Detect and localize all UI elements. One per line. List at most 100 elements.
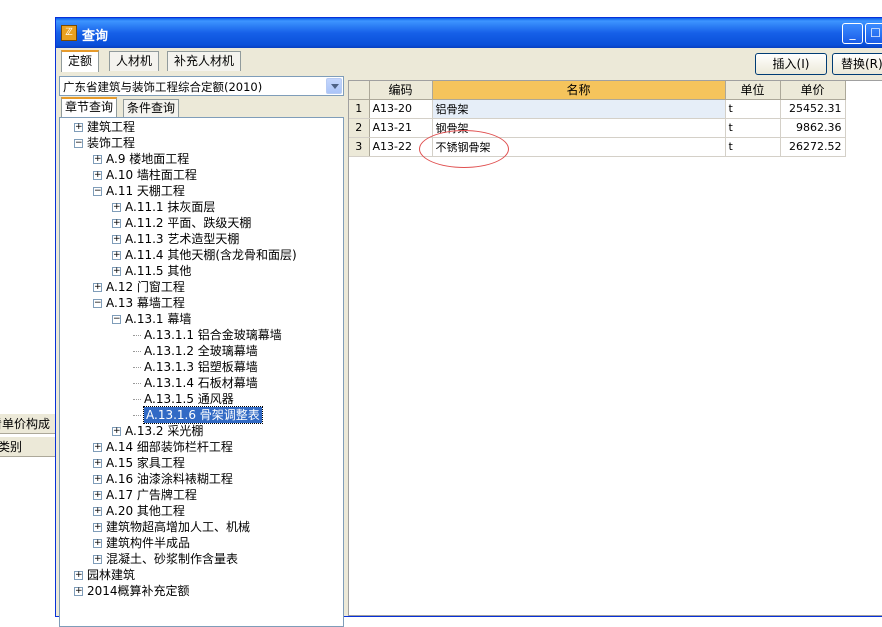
- tree-node[interactable]: + A.10 墙柱面工程: [60, 167, 343, 183]
- expand-icon[interactable]: +: [112, 251, 121, 260]
- expand-icon[interactable]: +: [93, 491, 102, 500]
- tree-node[interactable]: + A.20 其他工程: [60, 503, 343, 519]
- tree-connector: [133, 351, 141, 352]
- tree-node-label: A.13.1 幕墙: [125, 312, 192, 326]
- expand-icon[interactable]: +: [112, 219, 121, 228]
- tree-node[interactable]: + A.9 楼地面工程: [60, 151, 343, 167]
- collapse-icon[interactable]: −: [93, 187, 102, 196]
- chapter-tree[interactable]: + 建筑工程 − 装饰工程 + A.9 楼地面工程 + A.10 墙柱面工程 − A.11 天棚工…: [59, 117, 344, 627]
- tab-labor-material-machine[interactable]: 人材机: [109, 51, 160, 71]
- tree-node[interactable]: A.13.1.2 全玻璃幕墙: [60, 343, 343, 359]
- expand-icon[interactable]: +: [112, 267, 121, 276]
- expand-icon[interactable]: +: [93, 283, 102, 292]
- tree-node[interactable]: + A.13.2 采光棚: [60, 423, 343, 439]
- tree-node[interactable]: A.13.1.5 通风器: [60, 391, 343, 407]
- expand-icon[interactable]: +: [93, 507, 102, 516]
- tree-node[interactable]: + A.17 广告牌工程: [60, 487, 343, 503]
- quota-library-select[interactable]: 广东省建筑与装饰工程综合定额(2010): [59, 76, 344, 96]
- tree-node[interactable]: + A.11.5 其他: [60, 263, 343, 279]
- collapse-icon[interactable]: −: [93, 299, 102, 308]
- expand-icon[interactable]: +: [112, 427, 121, 436]
- red-highlight-circle: [419, 130, 509, 168]
- tree-node-label: A.13.1.2 全玻璃幕墙: [144, 344, 258, 358]
- expand-icon[interactable]: +: [93, 523, 102, 532]
- tree-node[interactable]: A.13.1.3 铝塑板幕墙: [60, 359, 343, 375]
- tab-condition-query[interactable]: 条件查询: [123, 99, 180, 117]
- row-number: 3: [349, 137, 370, 157]
- tree-node[interactable]: A.13.1.4 石板材幕墙: [60, 375, 343, 391]
- tree-node[interactable]: + A.14 细部装饰栏杆工程: [60, 439, 343, 455]
- tab-label: 人材机: [116, 54, 153, 68]
- table-row[interactable]: 1 A13-20 铝骨架 t 25452.31: [349, 99, 846, 119]
- tree-node-label: A.17 广告牌工程: [106, 488, 197, 502]
- tab-chapter-query[interactable]: 章节查询: [61, 97, 118, 117]
- cell-price[interactable]: 25452.31: [780, 99, 846, 119]
- column-header-name[interactable]: 名称: [432, 81, 726, 100]
- insert-button[interactable]: 插入(I): [755, 53, 827, 75]
- tree-node-label: 混凝土、砂浆制作含量表: [106, 552, 239, 566]
- cell-price[interactable]: 9862.36: [780, 118, 846, 138]
- expand-icon[interactable]: +: [93, 443, 102, 452]
- tree-node[interactable]: + A.11.3 艺术造型天棚: [60, 231, 343, 247]
- collapse-icon[interactable]: −: [112, 315, 121, 324]
- tree-node[interactable]: − A.11 天棚工程: [60, 183, 343, 199]
- expand-icon[interactable]: +: [93, 171, 102, 180]
- tree-node[interactable]: + A.11.2 平面、跌级天棚: [60, 215, 343, 231]
- expand-icon[interactable]: +: [74, 123, 83, 132]
- column-header-price[interactable]: 单价: [780, 81, 846, 100]
- tree-node[interactable]: + 建筑工程: [60, 119, 343, 135]
- tree-node-label: A.12 门窗工程: [106, 280, 185, 294]
- collapse-icon[interactable]: −: [74, 139, 83, 148]
- tree-node[interactable]: + A.11.4 其他天棚(含龙骨和面层): [60, 247, 343, 263]
- table-row[interactable]: 2 A13-21 钢骨架 t 9862.36: [349, 118, 846, 138]
- expand-icon[interactable]: +: [93, 459, 102, 468]
- tree-node[interactable]: + 建筑构件半成品: [60, 535, 343, 551]
- chevron-down-icon[interactable]: [326, 78, 342, 94]
- window-title: 查询: [82, 29, 109, 44]
- cell-code[interactable]: A13-20: [369, 99, 433, 119]
- cell-unit[interactable]: t: [725, 99, 781, 119]
- tree-node[interactable]: + 园林建筑: [60, 567, 343, 583]
- tree-node[interactable]: + 建筑物超高增加人工、机械: [60, 519, 343, 535]
- cell-code[interactable]: A13-21: [369, 118, 433, 138]
- cell-unit[interactable]: t: [725, 118, 781, 138]
- tab-quota[interactable]: 定额: [61, 50, 100, 72]
- expand-icon[interactable]: +: [93, 155, 102, 164]
- subtab-label: 条件查询: [127, 101, 176, 115]
- tree-node[interactable]: A.13.1.6 骨架调整表: [60, 406, 343, 424]
- expand-icon[interactable]: +: [112, 235, 121, 244]
- expand-icon[interactable]: +: [93, 555, 102, 564]
- tree-connector: [133, 415, 141, 416]
- column-header-code[interactable]: 编码: [369, 81, 433, 100]
- tree-node-label: 建筑构件半成品: [106, 536, 191, 550]
- expand-icon[interactable]: +: [74, 587, 83, 596]
- column-header-unit[interactable]: 单位: [725, 81, 781, 100]
- minimize-button[interactable]: _: [842, 23, 863, 44]
- maximize-button[interactable]: ☐: [865, 23, 882, 44]
- replace-button[interactable]: 替换(R): [832, 53, 882, 75]
- expand-icon[interactable]: +: [74, 571, 83, 580]
- tree-node[interactable]: A.13.1.1 铝合金玻璃幕墙: [60, 327, 343, 343]
- tree-node[interactable]: + A.11.1 抹灰面层: [60, 199, 343, 215]
- tree-node-label: A.11.1 抹灰面层: [125, 200, 216, 214]
- title-bar[interactable]: ℤ 查询 _ ☐: [56, 18, 882, 48]
- tree-node[interactable]: − A.13 幕墙工程: [60, 295, 343, 311]
- tree-node[interactable]: − A.13.1 幕墙: [60, 311, 343, 327]
- expand-icon[interactable]: +: [93, 539, 102, 548]
- tree-node-label: 装饰工程: [87, 136, 136, 150]
- tree-node-label: A.13.1.3 铝塑板幕墙: [144, 360, 258, 374]
- cell-name[interactable]: 铝骨架: [432, 99, 726, 119]
- cell-unit[interactable]: t: [725, 137, 781, 157]
- tree-node[interactable]: + 混凝土、砂浆制作含量表: [60, 551, 343, 567]
- tree-node[interactable]: + A.16 油漆涂料裱糊工程: [60, 471, 343, 487]
- expand-icon[interactable]: +: [112, 203, 121, 212]
- tree-node[interactable]: − 装饰工程: [60, 135, 343, 151]
- tree-node[interactable]: + A.15 家具工程: [60, 455, 343, 471]
- tree-node[interactable]: +2014概算补充定额: [60, 583, 343, 599]
- tree-node-label: A.11.5 其他: [125, 264, 192, 278]
- subtab-label: 章节查询: [65, 100, 114, 114]
- expand-icon[interactable]: +: [93, 475, 102, 484]
- cell-price[interactable]: 26272.52: [780, 137, 846, 157]
- tab-supplementary[interactable]: 补充人材机: [167, 51, 242, 71]
- tree-node[interactable]: + A.12 门窗工程: [60, 279, 343, 295]
